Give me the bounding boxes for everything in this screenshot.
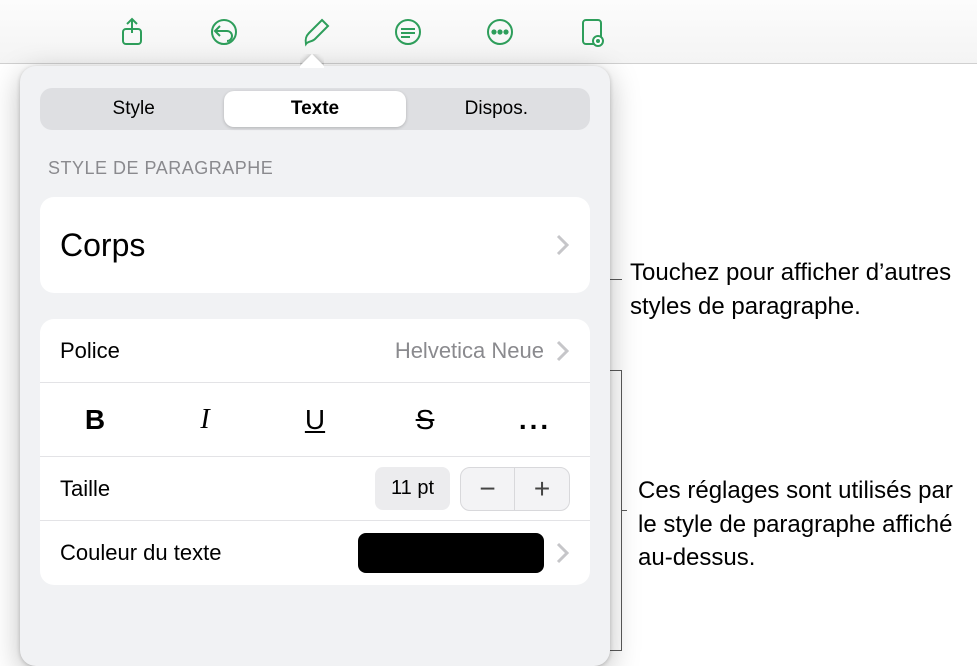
size-row: Taille 11 pt − + xyxy=(40,457,590,521)
color-swatch xyxy=(358,533,544,573)
chevron-right-icon xyxy=(556,340,570,362)
undo-icon[interactable] xyxy=(202,10,246,54)
segmented-control: Style Texte Dispos. xyxy=(40,88,590,130)
format-brush-icon[interactable] xyxy=(294,10,338,54)
bold-button[interactable]: B xyxy=(40,383,150,456)
callout-b-text: Ces réglages sont utilisés par le style … xyxy=(638,474,977,575)
section-label-paragraph-style: STYLE DE PARAGRAPHE xyxy=(48,158,582,179)
text-color-row[interactable]: Couleur du texte xyxy=(40,521,590,585)
format-popover: Style Texte Dispos. STYLE DE PARAGRAPHE … xyxy=(20,66,610,666)
size-increase-button[interactable]: + xyxy=(515,468,569,510)
text-settings-card: Police Helvetica Neue B I U S ... Taille… xyxy=(40,319,590,585)
view-options-icon[interactable] xyxy=(570,10,614,54)
underline-button[interactable]: U xyxy=(260,383,370,456)
size-label: Taille xyxy=(60,476,110,502)
paragraph-style-row[interactable]: Corps xyxy=(40,197,590,293)
callout-leader xyxy=(621,510,627,511)
paragraph-style-card: Corps xyxy=(40,197,590,293)
more-formatting-button[interactable]: ... xyxy=(480,383,590,456)
callout-bracket-cap xyxy=(610,370,622,371)
comment-icon[interactable] xyxy=(386,10,430,54)
format-buttons-row: B I U S ... xyxy=(40,383,590,457)
callout-bracket-cap xyxy=(610,650,622,651)
size-decrease-button[interactable]: − xyxy=(461,468,515,510)
tab-text[interactable]: Texte xyxy=(224,91,405,127)
font-value: Helvetica Neue xyxy=(395,338,544,364)
size-value[interactable]: 11 pt xyxy=(375,467,450,510)
paragraph-style-value: Corps xyxy=(60,227,145,264)
more-icon[interactable] xyxy=(478,10,522,54)
chevron-right-icon xyxy=(556,542,570,564)
callout-a-text: Touchez pour afficher d’autres styles de… xyxy=(630,256,970,323)
share-icon[interactable] xyxy=(110,10,154,54)
size-stepper: − + xyxy=(460,467,570,511)
italic-button[interactable]: I xyxy=(150,383,260,456)
font-row[interactable]: Police Helvetica Neue xyxy=(40,319,590,383)
app-toolbar xyxy=(0,0,977,64)
tab-style[interactable]: Style xyxy=(43,91,224,127)
text-color-label: Couleur du texte xyxy=(60,540,221,566)
tab-layout[interactable]: Dispos. xyxy=(406,91,587,127)
font-label: Police xyxy=(60,338,120,364)
popover-arrow xyxy=(300,54,324,68)
chevron-right-icon xyxy=(556,234,570,256)
strikethrough-button[interactable]: S xyxy=(370,383,480,456)
